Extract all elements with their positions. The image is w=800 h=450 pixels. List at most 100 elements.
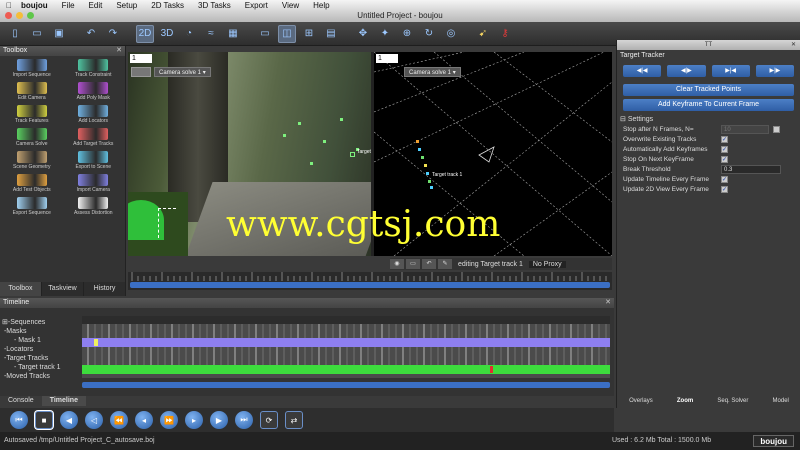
auto-add-checkbox[interactable]: [721, 145, 728, 155]
menu-view[interactable]: View: [275, 1, 306, 10]
single-view-icon[interactable]: ▭: [256, 25, 274, 43]
frame-forward-icon[interactable]: ▸: [185, 411, 203, 429]
tool-edit-camera[interactable]: Edit Camera: [2, 82, 62, 103]
tool-import-camera[interactable]: Import Camera: [64, 174, 124, 195]
menu-help[interactable]: Help: [306, 1, 336, 10]
timeline-scrollbar[interactable]: [82, 382, 610, 388]
overwrite-checkbox[interactable]: [721, 135, 728, 145]
apple-icon[interactable]: : [4, 1, 14, 10]
save-icon[interactable]: ▣: [50, 25, 68, 43]
layout-view-icon[interactable]: ▤: [322, 25, 340, 43]
redo-icon[interactable]: ↷: [104, 25, 122, 43]
scrub-bar[interactable]: [128, 272, 612, 290]
stop-after-checkbox[interactable]: [773, 126, 780, 133]
timeline-area[interactable]: [82, 316, 610, 378]
break-threshold-input[interactable]: 0.3: [721, 165, 781, 174]
camera-select[interactable]: Camera solve 1 ▾: [154, 67, 211, 77]
tab-zoom[interactable]: Zoom: [677, 396, 693, 406]
pointer-tool-icon[interactable]: ➹: [474, 25, 492, 43]
menu-3d-tasks[interactable]: 3D Tasks: [191, 1, 238, 10]
graph-view-icon[interactable]: ≈: [202, 25, 220, 43]
close-icon[interactable]: ✕: [116, 46, 122, 56]
add-keyframe-button[interactable]: Add Keyframe To Current Frame: [623, 99, 794, 111]
tool-export-sequence[interactable]: Export Sequence: [2, 197, 62, 218]
tool-add-test-objects[interactable]: Add Test Objects: [2, 174, 62, 195]
target-tool-icon[interactable]: ◎: [442, 25, 460, 43]
track-tool-icon[interactable]: ✥: [354, 25, 372, 43]
minimize-window-icon[interactable]: [16, 12, 23, 19]
close-window-icon[interactable]: [5, 12, 12, 19]
undo-icon[interactable]: ↶: [422, 259, 436, 269]
tree-item-target-track-1[interactable]: - Target track 1: [2, 363, 82, 372]
tree-item-sequences[interactable]: ⊞-Sequences: [2, 318, 82, 327]
close-icon[interactable]: ✕: [791, 40, 796, 50]
fast-forward-icon[interactable]: ⏩: [160, 411, 178, 429]
tree-item-moved-tracks[interactable]: -Moved Tracks: [2, 372, 82, 381]
tool-assess-distortion[interactable]: Assess Distortion: [64, 197, 124, 218]
menu-2d-tasks[interactable]: 2D Tasks: [144, 1, 191, 10]
tool-track-constraint[interactable]: Track Constraint: [64, 59, 124, 80]
update-2d-checkbox[interactable]: [721, 185, 728, 195]
tree-item-target-tracks[interactable]: -Target Tracks: [2, 354, 82, 363]
tab-overlays[interactable]: Overlays: [629, 396, 653, 406]
stop-icon[interactable]: ■: [35, 411, 53, 429]
go-start-icon[interactable]: ⏮: [10, 411, 28, 429]
fast-back-icon[interactable]: ⏪: [110, 411, 128, 429]
tree-item-locators[interactable]: -Locators: [2, 345, 82, 354]
tab-timeline[interactable]: Timeline: [41, 396, 86, 406]
bounce-icon[interactable]: ⇄: [285, 411, 303, 429]
tool-add-target-tracks[interactable]: Add Target Tracks: [64, 128, 124, 149]
step-back-icon[interactable]: ◀: [60, 411, 78, 429]
quad-view-icon[interactable]: ⊞: [300, 25, 318, 43]
settings-header[interactable]: ⊟ Settings: [617, 115, 800, 125]
tab-history[interactable]: History: [84, 282, 126, 296]
tab-taskview[interactable]: Taskview: [42, 282, 84, 296]
camera-view-icon[interactable]: ◔: [180, 25, 198, 43]
tool-track-features[interactable]: Track Features: [2, 105, 62, 126]
grid-view-icon[interactable]: ▦: [224, 25, 242, 43]
zoom-window-icon[interactable]: [27, 12, 34, 19]
2d-view-icon[interactable]: 2D: [136, 24, 154, 43]
tool-import-sequence[interactable]: Import Sequence: [2, 59, 62, 80]
stop-after-input[interactable]: 10: [721, 125, 769, 134]
track-back-button[interactable]: ◀|▶: [667, 65, 706, 77]
menu-file[interactable]: File: [55, 1, 82, 10]
new-file-icon[interactable]: ▯: [6, 25, 24, 43]
tool-add-poly-mask[interactable]: Add Poly Mask: [64, 82, 124, 103]
scrub-scrollbar[interactable]: [130, 282, 610, 288]
tool-scene-geometry[interactable]: Scene Geometry: [2, 151, 62, 172]
tool-camera-solve[interactable]: Camera Solve: [2, 128, 62, 149]
camera-select[interactable]: Camera solve 1 ▾: [404, 67, 461, 77]
proxy-select[interactable]: No Proxy: [528, 260, 566, 268]
open-folder-icon[interactable]: ▭: [28, 25, 46, 43]
solve-tool-icon[interactable]: ✦: [376, 25, 394, 43]
close-icon[interactable]: ✕: [605, 298, 611, 308]
tree-item-masks[interactable]: -Masks: [2, 327, 82, 336]
tool-export-to-scene[interactable]: Export to Scene: [64, 151, 124, 172]
locator-tool-icon[interactable]: ⊕: [398, 25, 416, 43]
key-tool-icon[interactable]: ⚷: [496, 25, 514, 43]
tree-item-mask-1[interactable]: - Mask 1: [2, 336, 82, 345]
go-end-icon[interactable]: ⏭: [235, 411, 253, 429]
orbit-tool-icon[interactable]: ↻: [420, 25, 438, 43]
play-back-icon[interactable]: ◁: [85, 411, 103, 429]
frame-back-icon[interactable]: ◂: [135, 411, 153, 429]
undo-icon[interactable]: ↶: [82, 25, 100, 43]
tab-console[interactable]: Console: [0, 396, 42, 406]
clear-tracked-points-button[interactable]: Clear Tracked Points: [623, 84, 794, 96]
menu-edit[interactable]: Edit: [82, 1, 110, 10]
edit-icon[interactable]: ✎: [438, 259, 452, 269]
tab-toolbox[interactable]: Toolbox: [0, 282, 42, 296]
tool-add-locators[interactable]: Add Locators: [64, 105, 124, 126]
3d-view-icon[interactable]: 3D: [158, 25, 176, 43]
tab-seq-solver[interactable]: Seq. Solver: [717, 396, 748, 406]
play-forward-icon[interactable]: ▶: [210, 411, 228, 429]
stop-keyframe-checkbox[interactable]: [721, 155, 728, 165]
viewport-color-swatch[interactable]: [131, 67, 151, 77]
update-timeline-checkbox[interactable]: [721, 175, 728, 185]
track-back-multi-button[interactable]: ◀|◀: [623, 65, 662, 77]
track-forward-multi-button[interactable]: ▶|▶: [755, 65, 794, 77]
menu-export[interactable]: Export: [238, 1, 275, 10]
loop-icon[interactable]: ⟳: [260, 411, 278, 429]
track-forward-button[interactable]: ▶|◀: [711, 65, 750, 77]
